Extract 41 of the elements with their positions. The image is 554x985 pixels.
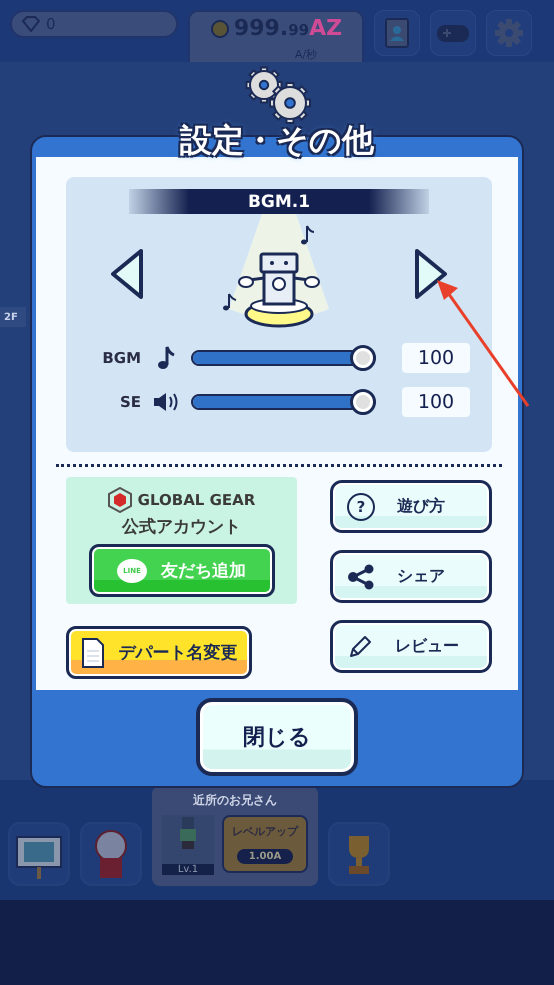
rename-button[interactable]: デパート名変更 [66, 626, 252, 679]
billboard-button[interactable] [8, 822, 70, 886]
next-button[interactable] [413, 248, 449, 300]
share-icon [347, 564, 375, 590]
slider-label: BGM [101, 349, 141, 367]
pencil-icon [347, 634, 373, 660]
cost-pill: 1.00A [236, 849, 294, 864]
help-icon: ? [347, 492, 375, 520]
right-triangle-icon [413, 248, 449, 300]
volume-value: 100 [402, 343, 470, 373]
slider-label: SE [118, 393, 141, 411]
address-book-icon [384, 18, 410, 48]
level-tag: Lv.1 [162, 864, 214, 875]
gacha-button[interactable] [80, 822, 142, 886]
menu-button[interactable]: シェア [330, 550, 492, 603]
track-title: BGM.1 [129, 189, 429, 214]
volume-slider[interactable] [191, 344, 376, 372]
slider-thumb[interactable] [350, 345, 376, 371]
gumball-machine-icon [94, 828, 128, 880]
settings-icon [494, 18, 524, 48]
coin-icon [210, 18, 230, 38]
account-caption: 公式アカウント [122, 516, 241, 538]
close-button[interactable]: 閉じる [196, 698, 358, 776]
slider-thumb[interactable] [350, 389, 376, 415]
left-triangle-icon [109, 248, 145, 300]
volume-value: 100 [402, 387, 470, 417]
music-note-icon [157, 345, 175, 371]
gamepad-icon [436, 22, 470, 44]
level-up-button[interactable]: レベルアップ 1.00A [222, 815, 308, 873]
document-icon [80, 636, 104, 668]
speaker-icon [152, 391, 180, 413]
menu-button[interactable]: レビュー [330, 620, 492, 673]
volume-slider[interactable] [191, 388, 376, 416]
brand-name: GLOBAL GEAR [138, 491, 256, 509]
cube-logo-icon [108, 487, 132, 513]
menu-button[interactable]: ? 遊び方 [330, 480, 492, 533]
previous-button[interactable] [109, 248, 145, 300]
character-name: 近所のお兄さん [193, 792, 277, 809]
diamond-icon [22, 16, 40, 32]
profile-book-button[interactable] [374, 10, 420, 56]
floor-label: 2F [0, 307, 26, 327]
